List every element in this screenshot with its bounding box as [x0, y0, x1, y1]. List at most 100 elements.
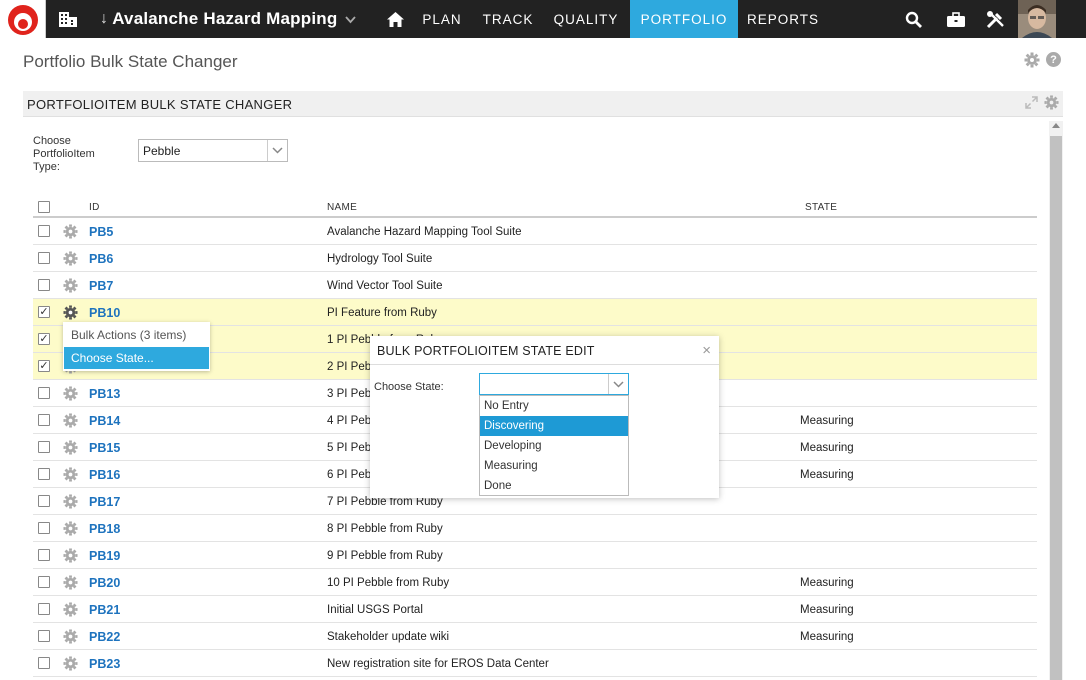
row-gear-icon[interactable]	[63, 278, 78, 293]
row-state: Measuring	[800, 442, 854, 454]
state-option[interactable]: No Entry	[480, 396, 628, 416]
row-id-link[interactable]: PB17	[89, 495, 120, 509]
type-select-value: Pebble	[143, 144, 181, 158]
row-gear-icon[interactable]	[63, 251, 78, 266]
row-checkbox[interactable]	[38, 252, 50, 264]
table-row[interactable]: PB5 Avalanche Hazard Mapping Tool Suite	[33, 218, 1037, 245]
panel-header: PORTFOLIOITEM BULK STATE CHANGER	[23, 91, 1063, 117]
state-option[interactable]: Developing	[480, 436, 628, 456]
gear-icon[interactable]	[1024, 52, 1040, 73]
row-state: Measuring	[800, 469, 854, 481]
state-option[interactable]: Measuring	[480, 456, 628, 476]
row-gear-icon[interactable]	[63, 656, 78, 671]
row-id-link[interactable]: PB18	[89, 522, 120, 536]
row-gear-icon[interactable]	[63, 494, 78, 509]
row-id-link[interactable]: PB20	[89, 576, 120, 590]
app-logo[interactable]	[0, 0, 46, 38]
row-name: 8 PI Pebble from Ruby	[327, 523, 443, 535]
row-gear-icon[interactable]	[63, 521, 78, 536]
table-row[interactable]: PB19 9 PI Pebble from Ruby	[33, 542, 1037, 569]
chevron-down-icon[interactable]	[267, 140, 287, 161]
row-checkbox[interactable]	[38, 279, 50, 291]
row-checkbox[interactable]: ✓	[38, 306, 50, 318]
expand-icon[interactable]	[1025, 96, 1038, 114]
nav-track[interactable]: TRACK	[474, 0, 542, 38]
briefcase-icon[interactable]	[940, 0, 972, 38]
row-name: Hydrology Tool Suite	[327, 253, 433, 265]
row-gear-icon[interactable]	[63, 440, 78, 455]
row-gear-icon[interactable]	[63, 575, 78, 590]
row-id-link[interactable]: PB21	[89, 603, 120, 617]
row-gear-icon[interactable]	[63, 224, 78, 239]
scroll-up-arrow-icon[interactable]	[1052, 123, 1060, 128]
user-avatar[interactable]	[1018, 0, 1056, 38]
row-id-link[interactable]: PB23	[89, 657, 120, 671]
portfolio-type-select[interactable]: Pebble	[138, 139, 288, 162]
row-checkbox[interactable]	[38, 630, 50, 642]
row-checkbox[interactable]: ✓	[38, 360, 50, 372]
nav-portfolio[interactable]: PORTFOLIO	[630, 0, 738, 38]
row-gear-icon[interactable]	[63, 602, 78, 617]
workspace-icon[interactable]	[58, 0, 78, 38]
row-checkbox[interactable]	[38, 576, 50, 588]
chevron-down-icon[interactable]	[608, 374, 628, 394]
row-gear-icon[interactable]	[63, 548, 78, 563]
row-checkbox[interactable]	[38, 495, 50, 507]
row-gear-icon[interactable]	[63, 467, 78, 482]
table-row[interactable]: PB20 10 PI Pebble from Ruby Measuring	[33, 569, 1037, 596]
row-gear-icon[interactable]	[63, 413, 78, 428]
row-gear-icon[interactable]	[63, 629, 78, 644]
row-id-link[interactable]: PB22	[89, 630, 120, 644]
search-icon[interactable]	[898, 0, 928, 38]
row-checkbox[interactable]	[38, 414, 50, 426]
row-id-link[interactable]: PB10	[89, 306, 120, 320]
row-state: Measuring	[800, 415, 854, 427]
scrollbar-thumb[interactable]	[1050, 136, 1062, 680]
row-id-link[interactable]: PB19	[89, 549, 120, 563]
row-id-link[interactable]: PB15	[89, 441, 120, 455]
state-combobox[interactable]	[479, 373, 629, 395]
row-id-link[interactable]: PB16	[89, 468, 120, 482]
chevron-down-icon	[345, 12, 357, 27]
table-row[interactable]: PB6 Hydrology Tool Suite	[33, 245, 1037, 272]
table-row[interactable]: PB21 Initial USGS Portal Measuring	[33, 596, 1037, 623]
home-icon[interactable]	[380, 0, 410, 38]
vertical-scrollbar[interactable]	[1049, 121, 1063, 680]
row-checkbox[interactable]	[38, 225, 50, 237]
help-icon[interactable]: ?	[1046, 52, 1061, 67]
project-picker[interactable]: ↓ Avalanche Hazard Mapping	[100, 0, 357, 38]
row-id-link[interactable]: PB7	[89, 279, 113, 293]
row-checkbox[interactable]	[38, 549, 50, 561]
row-checkbox[interactable]	[38, 522, 50, 534]
row-id-link[interactable]: PB14	[89, 414, 120, 428]
row-checkbox[interactable]	[38, 603, 50, 615]
row-name: 9 PI Pebble from Ruby	[327, 550, 443, 562]
table-row[interactable]: PB18 8 PI Pebble from Ruby	[33, 515, 1037, 542]
page-tools: ?	[1024, 52, 1061, 73]
row-gear-icon[interactable]	[63, 386, 78, 401]
select-all-checkbox[interactable]	[38, 201, 50, 213]
row-checkbox[interactable]	[38, 657, 50, 669]
choose-state-menu-item[interactable]: Choose State...	[64, 347, 209, 369]
row-gear-icon[interactable]	[63, 305, 78, 320]
nav-quality[interactable]: QUALITY	[546, 0, 626, 38]
row-checkbox[interactable]	[38, 441, 50, 453]
nav-plan[interactable]: PLAN	[414, 0, 470, 38]
row-id-link[interactable]: PB6	[89, 252, 113, 266]
panel-gear-icon[interactable]	[1044, 95, 1059, 115]
page-title: Portfolio Bulk State Changer	[23, 52, 238, 71]
tools-icon[interactable]	[980, 0, 1010, 38]
table-row[interactable]: PB23 New registration site for EROS Data …	[33, 650, 1037, 677]
row-id-link[interactable]: PB13	[89, 387, 120, 401]
row-checkbox[interactable]: ✓	[38, 333, 50, 345]
table-row[interactable]: PB22 Stakeholder update wiki Measuring	[33, 623, 1037, 650]
row-name: 10 PI Pebble from Ruby	[327, 577, 450, 589]
close-icon[interactable]: ×	[702, 342, 711, 359]
table-row[interactable]: PB7 Wind Vector Tool Suite	[33, 272, 1037, 299]
row-checkbox[interactable]	[38, 387, 50, 399]
nav-reports[interactable]: REPORTS	[740, 0, 826, 38]
row-checkbox[interactable]	[38, 468, 50, 480]
state-option[interactable]: Done	[480, 476, 628, 496]
row-id-link[interactable]: PB5	[89, 225, 113, 239]
state-option[interactable]: Discovering	[480, 416, 628, 436]
